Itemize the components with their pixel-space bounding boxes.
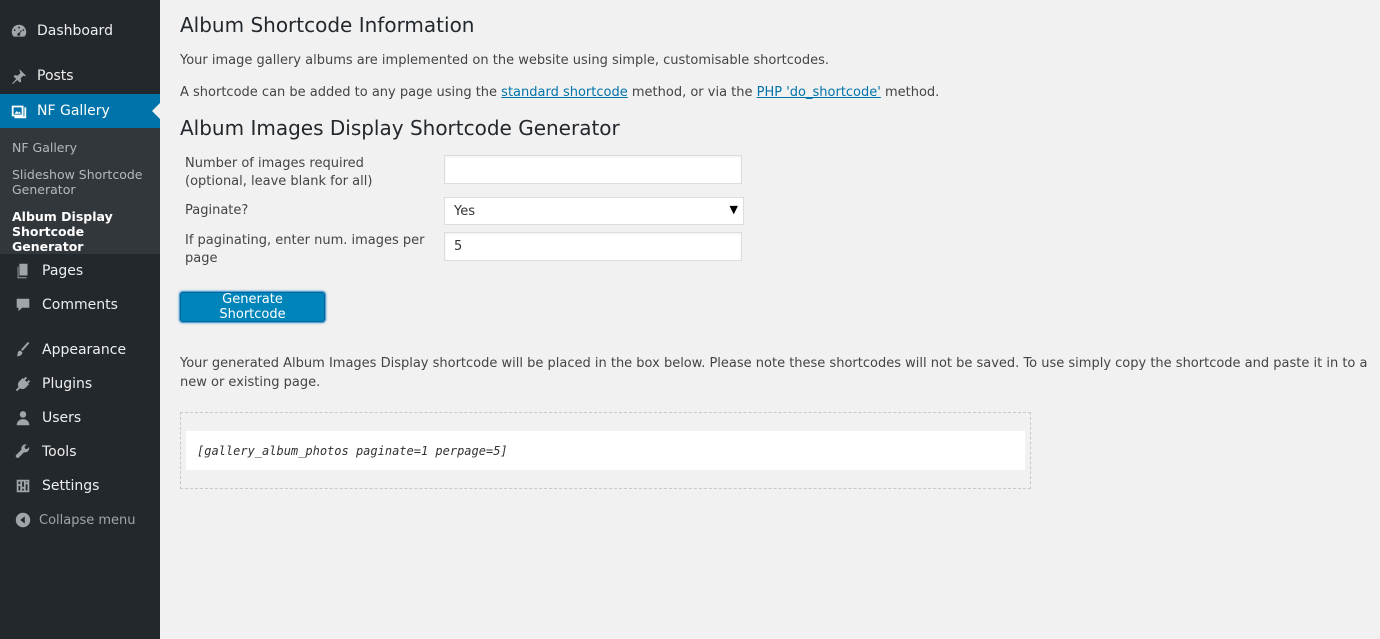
pages-icon [13,261,33,281]
submenu-item-slideshow-shortcode[interactable]: Slideshow Shortcode Generator [12,167,152,197]
info-intro: Your image gallery albums are implemente… [180,53,830,68]
menu-item-label: Dashboard [37,23,113,39]
gallery-icon [9,101,29,121]
collapse-arrow-icon [14,510,32,530]
submenu-item-album-display-shortcode[interactable]: Album Display Shortcode Generator [12,209,152,254]
menu-item-posts[interactable]: Posts [0,59,160,93]
shortcode-output[interactable]: [gallery_album_photos paginate=1 perpage… [186,431,1025,470]
paginate-select[interactable]: Yes ▼ [444,197,744,225]
menu-item-label: NF Gallery [37,103,110,119]
settings-icon [13,476,33,496]
menu-item-label: Plugins [42,376,93,392]
collapse-menu-button[interactable]: Collapse menu [0,503,160,537]
dashboard-icon [9,21,29,41]
paginate-label: Paginate? [185,203,249,218]
gallery-submenu: NF Gallery Slideshow Shortcode Generator… [0,128,160,254]
admin-sidebar: Dashboard Posts NF Gallery NF Gallery Sl… [0,0,160,639]
menu-item-pages[interactable]: Pages [0,254,160,288]
standard-shortcode-link[interactable]: standard shortcode [501,85,628,100]
menu-item-label: Comments [42,297,118,313]
shortcode-result-box: [gallery_album_photos paginate=1 perpage… [180,412,1031,489]
per-page-input[interactable] [444,232,742,261]
menu-item-tools[interactable]: Tools [0,435,160,469]
result-note: Your generated Album Images Display shor… [180,356,1368,390]
menu-item-label: Appearance [42,342,127,358]
menu-item-appearance[interactable]: Appearance [0,333,160,367]
menu-item-plugins[interactable]: Plugins [0,367,160,401]
generator-heading: Album Images Display Shortcode Generator [180,116,620,140]
menu-item-label: Tools [42,444,77,460]
menu-item-label: Users [42,410,82,426]
menu-item-dashboard[interactable]: Dashboard [0,14,160,48]
dropdown-arrow-icon: ▼ [729,203,738,216]
pushpin-icon [9,66,29,86]
user-icon [13,408,33,428]
menu-item-label: Pages [42,263,84,279]
menu-item-label: Settings [42,478,100,494]
menu-item-comments[interactable]: Comments [0,288,160,322]
generate-shortcode-button[interactable]: Generate Shortcode [180,292,325,322]
comment-icon [13,295,33,315]
plugin-icon [13,374,33,394]
submenu-item-nf-gallery[interactable]: NF Gallery [12,140,152,155]
usage-text: method. [880,85,940,100]
collapse-menu-label: Collapse menu [39,512,136,528]
menu-item-label: Posts [37,68,74,84]
usage-text: method, or via the [627,85,757,100]
info-usage: A shortcode can be added to any page usi… [180,85,939,100]
num-images-label: Number of images required (optional, lea… [185,156,373,189]
per-page-label: If paginating, enter num. images per pag… [185,233,425,266]
num-images-input[interactable] [444,155,742,184]
menu-item-nf-gallery[interactable]: NF Gallery [0,94,160,128]
paginate-selected-value: Yes [454,203,475,219]
menu-item-settings[interactable]: Settings [0,469,160,503]
paintbrush-icon [13,340,33,360]
info-heading: Album Shortcode Information [180,13,475,37]
menu-item-users[interactable]: Users [0,401,160,435]
wrench-icon [13,442,33,462]
usage-text: A shortcode can be added to any page usi… [180,85,502,100]
php-do-shortcode-link[interactable]: PHP 'do_shortcode' [757,85,881,100]
